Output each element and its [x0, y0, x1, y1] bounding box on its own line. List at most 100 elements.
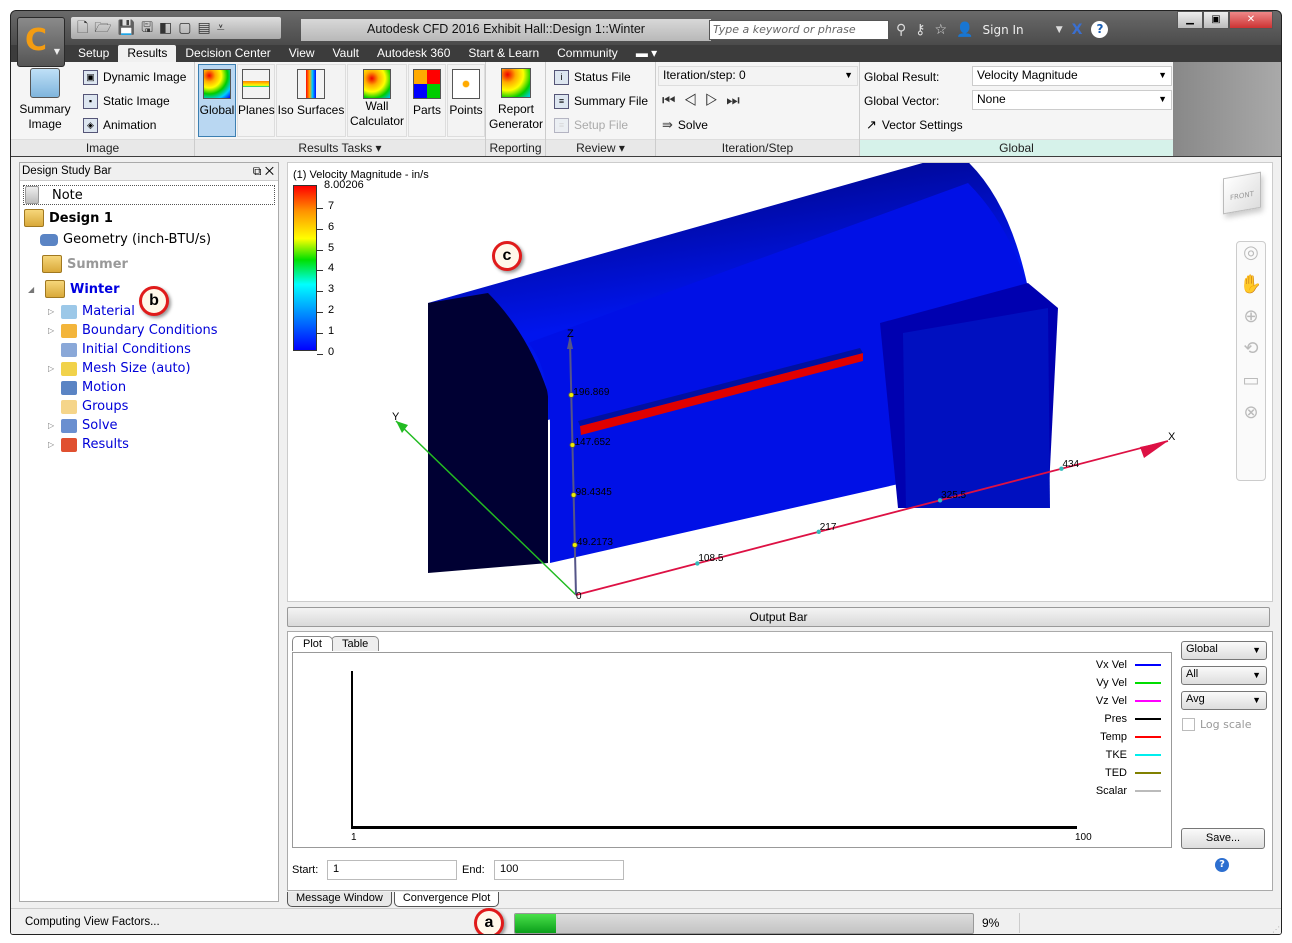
tree-item-boundary-conditions[interactable]: ▷ Boundary Conditions [48, 323, 218, 338]
viewcube[interactable]: FRONT [1223, 171, 1261, 215]
expand-icon[interactable]: ▷ [48, 421, 56, 430]
steering-wheel-icon[interactable]: ◎ [1237, 242, 1265, 274]
new-file-icon[interactable]: 🗋 [77, 19, 88, 37]
tree-scenario-summer[interactable]: Summer [42, 255, 128, 273]
user-icon[interactable]: 👤 [956, 22, 973, 38]
tree-item-solve[interactable]: ▷ Solve [48, 418, 118, 433]
open-folder-icon[interactable]: 🗁 [94, 19, 111, 37]
animation-button[interactable]: ◈ Animation [83, 115, 156, 135]
tab-results[interactable]: Results [118, 45, 177, 62]
end-input[interactable]: 100 [494, 860, 624, 880]
setup-file-button[interactable]: ≡ Setup File [554, 115, 628, 135]
iteration-step-dropdown[interactable]: Iteration/step: 0 ▼ [658, 66, 858, 86]
sign-in-link[interactable]: Sign In [983, 23, 1024, 37]
vector-settings-button[interactable]: ↗ Vector Settings [866, 115, 963, 135]
resize-grip-icon[interactable]: ⋰ [1272, 925, 1280, 934]
start-input[interactable]: 1 [327, 860, 457, 880]
expand-icon[interactable]: ▷ [48, 307, 56, 316]
last-step-icon[interactable]: ⏭ [726, 92, 748, 109]
tree-geometry[interactable]: Geometry (inch-BTU/s) [40, 232, 211, 247]
tab-table[interactable]: Table [330, 636, 380, 651]
parts-button[interactable]: Parts [408, 64, 446, 137]
help-icon[interactable]: ? [1215, 858, 1229, 872]
view-cube-icon[interactable]: ▢ [178, 19, 191, 37]
expand-icon[interactable]: ▷ [48, 440, 56, 449]
help-icon[interactable]: ? [1091, 21, 1109, 38]
group-label[interactable]: Review ▾ [546, 139, 655, 156]
search-input[interactable]: Type a keyword or phrase [709, 20, 889, 40]
save-as-icon[interactable]: 🖫 [141, 19, 153, 37]
scope-select[interactable]: Global ▼ [1181, 641, 1267, 660]
fit-all-icon[interactable]: ⊗ [1237, 402, 1265, 434]
tree-item-motion[interactable]: Motion [48, 380, 126, 395]
points-button[interactable]: Points [447, 64, 485, 137]
expand-icon[interactable]: ▷ [48, 326, 56, 335]
binoculars-icon[interactable]: ⚲ [896, 22, 906, 38]
global-vector-dropdown[interactable]: None ▼ [972, 90, 1172, 110]
wall-calculator-button[interactable]: Wall Calculator [347, 64, 407, 137]
select-mode-icon[interactable]: ◧ [159, 19, 172, 37]
tree-note[interactable]: Note [25, 186, 83, 204]
tree-design-1[interactable]: Design 1 [24, 209, 113, 227]
report-generator-button[interactable]: Report Generator [488, 64, 544, 137]
iso-surfaces-button[interactable]: Iso Surfaces [276, 64, 346, 137]
key-icon[interactable]: ⚷ [915, 22, 925, 38]
tab-convergence-plot[interactable]: Convergence Plot [393, 892, 500, 907]
statistic-select[interactable]: Avg ▼ [1181, 691, 1267, 710]
tree-item-groups[interactable]: Groups [48, 399, 128, 414]
tree-scenario-winter[interactable]: ◢ Winter [28, 280, 120, 298]
tab-plot[interactable]: Plot [292, 636, 333, 651]
next-step-icon[interactable]: ▷ [705, 92, 726, 109]
status-file-button[interactable]: i Status File [554, 67, 631, 87]
summary-file-button[interactable]: ≡ Summary File [554, 91, 648, 111]
exchange-apps-icon[interactable]: X [1072, 22, 1083, 38]
tab-setup[interactable]: Setup [69, 45, 118, 62]
planes-button[interactable]: Planes [237, 64, 275, 137]
3d-viewport[interactable]: (1) Velocity Magnitude - in/s 8.00206 76… [287, 162, 1273, 602]
look-at-icon[interactable]: ▭ [1237, 370, 1265, 402]
application-menu-button[interactable]: C ▼ [17, 17, 65, 67]
zoom-icon[interactable]: ⊕ [1237, 306, 1265, 338]
tab-community[interactable]: Community [548, 45, 627, 62]
tab-autodesk-360[interactable]: Autodesk 360 [368, 45, 459, 62]
display-settings-icon[interactable]: ▤ [197, 19, 210, 37]
output-bar-header[interactable]: Output Bar [287, 607, 1270, 627]
dynamic-image-button[interactable]: ▣ Dynamic Image [83, 67, 186, 87]
previous-step-icon[interactable]: ◁ [684, 92, 705, 109]
tree-item-results[interactable]: ▷ Results [48, 437, 129, 452]
viewcube-front-face[interactable]: FRONT [1224, 189, 1260, 203]
star-icon[interactable]: ☆ [935, 22, 948, 38]
parts-select[interactable]: All ▼ [1181, 666, 1267, 685]
maximize-button[interactable]: ▣ [1203, 11, 1229, 29]
pan-hand-icon[interactable]: ✋ [1237, 274, 1265, 306]
static-image-button[interactable]: ▪ Static Image [83, 91, 170, 111]
orbit-icon[interactable]: ⟲ [1237, 338, 1265, 370]
tree-item-mesh-size-auto[interactable]: ▷ Mesh Size (auto) [48, 361, 191, 376]
close-button[interactable]: ✕ [1229, 11, 1273, 29]
tree-item-initial-conditions[interactable]: Initial Conditions [48, 342, 191, 357]
minimize-button[interactable]: ▁ [1177, 11, 1203, 29]
tab-message-window[interactable]: Message Window [287, 892, 392, 907]
collapse-icon[interactable]: ◢ [28, 285, 36, 294]
summary-image-button[interactable]: Summary Image [17, 64, 73, 137]
tab-vault[interactable]: Vault [324, 45, 368, 62]
chevron-down-icon[interactable]: ▼ [1033, 25, 1063, 35]
expand-icon[interactable]: ▷ [48, 364, 56, 373]
close-panel-icon[interactable]: ✕ [265, 164, 274, 178]
save-icon[interactable]: 💾 [118, 19, 135, 37]
tab-start-learn[interactable]: Start & Learn [459, 45, 548, 62]
global-result-dropdown[interactable]: Velocity Magnitude ▼ [972, 66, 1172, 86]
save-button[interactable]: Save... [1181, 828, 1265, 849]
tree-item-material[interactable]: ▷ Material [48, 304, 135, 319]
customize-qat-icon[interactable]: ⩡ [217, 19, 225, 37]
first-step-icon[interactable]: ⏮ [662, 92, 684, 109]
checkbox-box[interactable] [1182, 718, 1195, 731]
float-panel-icon[interactable]: ⧉ [253, 164, 262, 178]
tab-view[interactable]: View [280, 45, 324, 62]
log-scale-checkbox[interactable]: Log scale [1182, 718, 1252, 731]
group-label[interactable]: Results Tasks ▾ [195, 139, 485, 156]
solve-button[interactable]: ⇛ Solve [662, 115, 708, 135]
tab-decision-center[interactable]: Decision Center [176, 45, 279, 62]
global-button[interactable]: Global [198, 64, 236, 137]
ribbon-minimize-icon[interactable]: ▬ ▾ [627, 45, 666, 62]
